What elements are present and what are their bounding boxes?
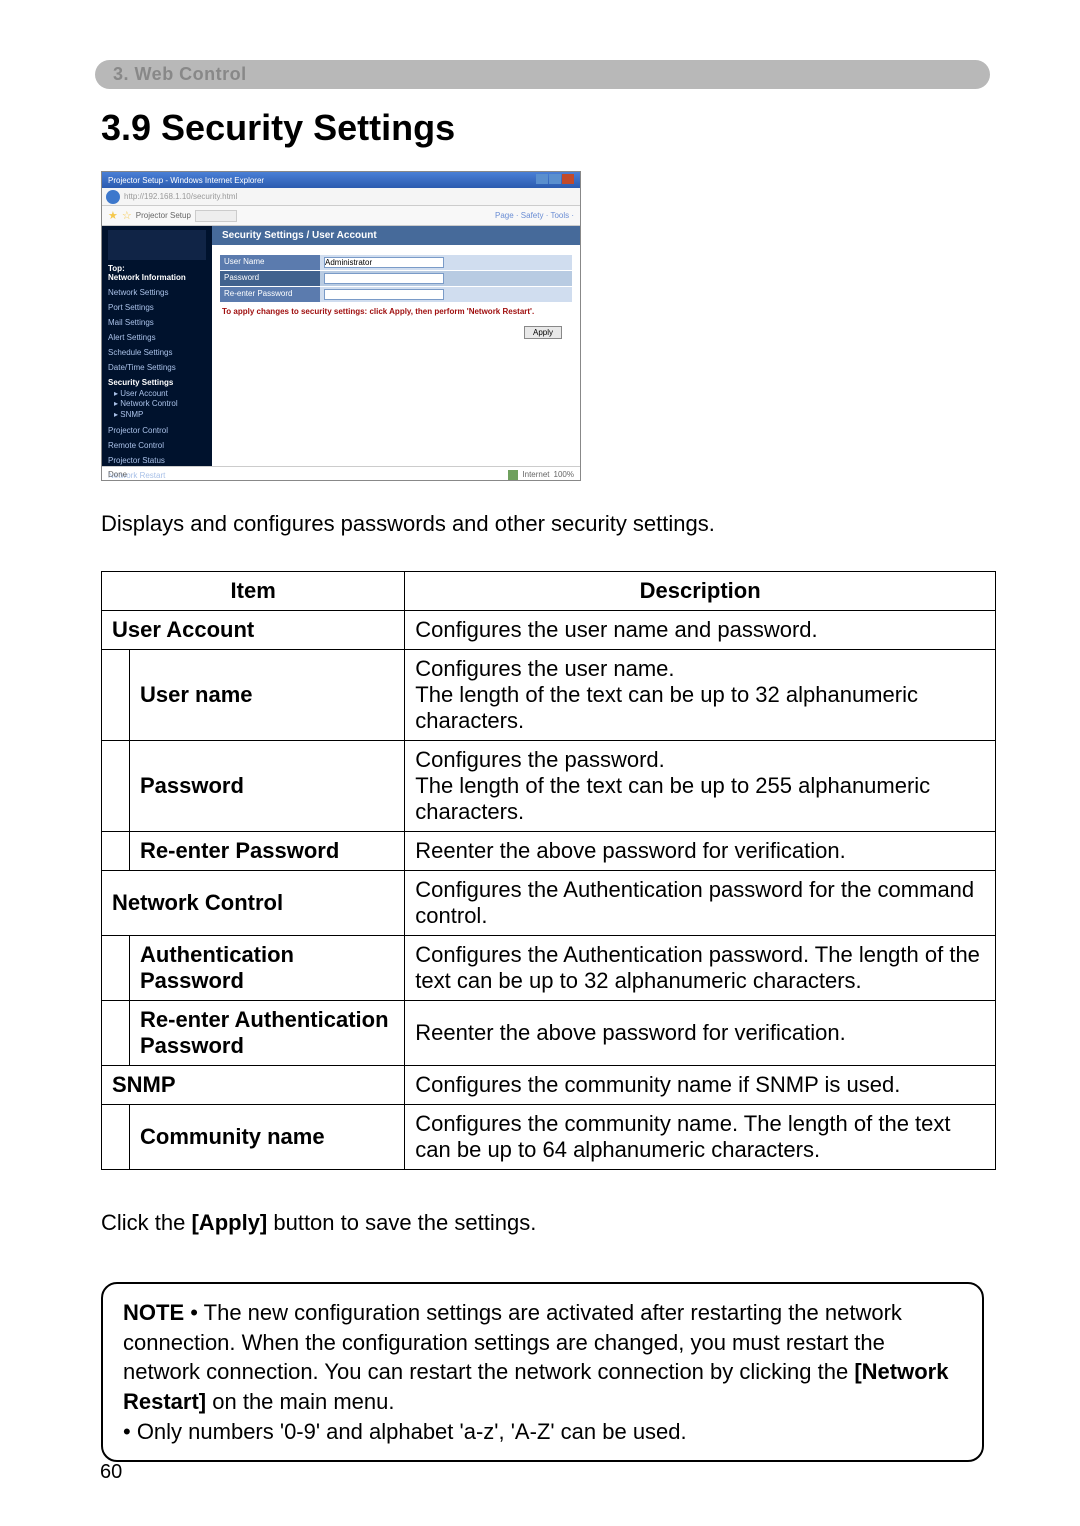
embedded-screenshot: Projector Setup - Windows Internet Explo… [101, 171, 581, 481]
form-row: Re-enter Password [220, 287, 572, 302]
panel-header: Security Settings / User Account [212, 226, 580, 245]
table-row: Re-enter Authentication PasswordReenter … [102, 1001, 996, 1066]
screenshot-sidebar: Top: Network Information Network Setting… [102, 226, 212, 466]
table-row: Re-enter PasswordReenter the above passw… [102, 832, 996, 871]
table-desc-cell: Configures the community name. The lengt… [405, 1105, 996, 1170]
window-title: Projector Setup - Windows Internet Explo… [108, 176, 264, 185]
browser-toolbar: ★ ☆ Projector Setup Page · Safety · Tool… [102, 206, 580, 226]
status-zoom: 100% [554, 470, 574, 479]
sidebar-item: Network Settings [108, 288, 206, 297]
screenshot-main: Security Settings / User Account User Na… [212, 226, 580, 466]
status-text: Done [108, 470, 127, 479]
sidebar-item: Date/Time Settings [108, 363, 206, 372]
table-row: Network ControlConfigures the Authentica… [102, 871, 996, 936]
window-titlebar: Projector Setup - Windows Internet Explo… [102, 172, 580, 188]
settings-table: Item Description User AccountConfigures … [101, 571, 996, 1170]
table-item-cell: Re-enter Password [130, 832, 405, 871]
table-header-desc: Description [405, 572, 996, 611]
table-indent-cell [102, 936, 130, 1001]
password-input[interactable] [324, 273, 444, 284]
table-item-cell: Network Control [102, 871, 405, 936]
table-row: User nameConfigures the user name.The le… [102, 650, 996, 741]
sidebar-item: Port Settings [108, 303, 206, 312]
note-bullet-1: • The new configuration settings are act… [123, 1300, 902, 1384]
table-desc-cell: Configures the Authentication password f… [405, 871, 996, 936]
table-row: SNMPConfigures the community name if SNM… [102, 1066, 996, 1105]
sidebar-sub: ▸ User Account ▸ Network Control ▸ SNMP [108, 389, 206, 420]
table-desc-cell: Configures the Authentication password. … [405, 936, 996, 1001]
apply-instruction: Click the [Apply] button to save the set… [101, 1210, 990, 1236]
row-label: Password [220, 271, 320, 286]
table-row: Authentication PasswordConfigures the Au… [102, 936, 996, 1001]
favorites-icon: ★ [108, 209, 118, 222]
table-indent-cell [102, 1001, 130, 1066]
table-indent-cell [102, 832, 130, 871]
table-desc-cell: Configures the user name.The length of t… [405, 650, 996, 741]
row-label: Re-enter Password [220, 287, 320, 302]
note-bullet-2: • Only numbers '0-9' and alphabet 'a-z',… [123, 1419, 687, 1444]
table-item-cell: Authentication Password [130, 936, 405, 1001]
back-icon [106, 190, 120, 204]
browser-tab [195, 210, 237, 222]
table-desc-cell: Reenter the above password for verificat… [405, 832, 996, 871]
note-box: NOTE • The new configuration settings ar… [101, 1282, 984, 1462]
table-row: Community nameConfigures the community n… [102, 1105, 996, 1170]
status-zone: Internet [522, 470, 549, 479]
table-indent-cell [102, 650, 130, 741]
table-item-cell: Re-enter Authentication Password [130, 1001, 405, 1066]
table-item-cell: User Account [102, 611, 405, 650]
reenter-password-input[interactable] [324, 289, 444, 300]
internet-icon [508, 470, 518, 480]
table-row: PasswordConfigures the password.The leng… [102, 741, 996, 832]
table-item-cell: User name [130, 650, 405, 741]
form-row: User Name [220, 255, 572, 270]
intro-text: Displays and configures passwords and ot… [101, 511, 990, 537]
user-name-input[interactable] [324, 257, 444, 268]
note-label: NOTE [123, 1300, 184, 1325]
table-item-cell: Password [130, 741, 405, 832]
section-header-text: 3. Web Control [113, 64, 247, 84]
sidebar-security: Security Settings [108, 378, 206, 387]
warning-text: To apply changes to security settings: c… [220, 303, 572, 320]
table-desc-cell: Configures the community name if SNMP is… [405, 1066, 996, 1105]
form-row: Password [220, 271, 572, 286]
table-desc-cell: Configures the user name and password. [405, 611, 996, 650]
sidebar-item: Schedule Settings [108, 348, 206, 357]
table-indent-cell [102, 741, 130, 832]
table-header-item: Item [102, 572, 405, 611]
sidebar-net-info: Network Information [108, 273, 206, 282]
favorites-icon-2: ☆ [122, 209, 132, 222]
table-item-cell: SNMP [102, 1066, 405, 1105]
row-label: User Name [220, 255, 320, 270]
sidebar-top: Top: [108, 264, 206, 273]
apply-button[interactable]: Apply [524, 326, 562, 339]
sidebar-item: Remote Control [108, 441, 206, 450]
sidebar-item: Projector Status [108, 456, 206, 465]
table-indent-cell [102, 1105, 130, 1170]
page-title: 3.9 Security Settings [95, 107, 990, 149]
sidebar-item: Projector Control [108, 426, 206, 435]
table-item-cell: Community name [130, 1105, 405, 1170]
table-desc-cell: Reenter the above password for verificat… [405, 1001, 996, 1066]
sidebar-item: Mail Settings [108, 318, 206, 327]
sidebar-logo [108, 230, 206, 260]
table-row: User AccountConfigures the user name and… [102, 611, 996, 650]
sidebar-item: Alert Settings [108, 333, 206, 342]
browser-nav: http://192.168.1.10/security.html [102, 188, 580, 206]
toolbar-links: Page · Safety · Tools · [495, 211, 574, 220]
page-number: 60 [100, 1461, 122, 1484]
table-desc-cell: Configures the password.The length of th… [405, 741, 996, 832]
window-buttons [535, 174, 574, 186]
site-label: Projector Setup [136, 211, 191, 220]
section-header-bar: 3. Web Control [95, 60, 990, 89]
address-bar: http://192.168.1.10/security.html [124, 192, 237, 201]
